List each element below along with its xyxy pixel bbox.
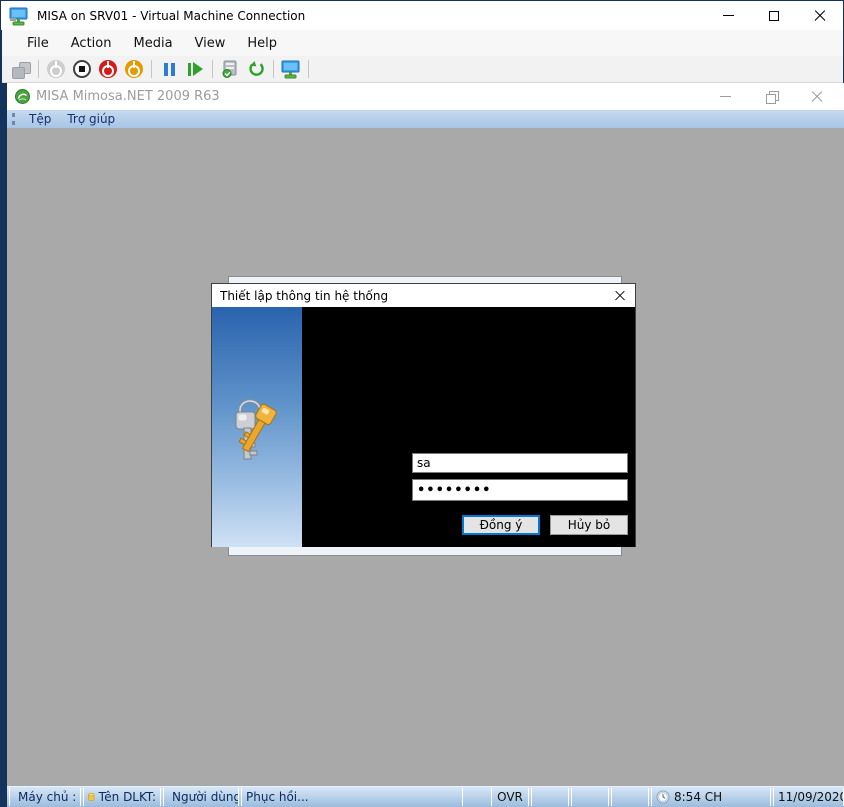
dialog-side-banner [212,307,302,547]
toolbar-separator [212,60,213,78]
statusbar-empty-panel [531,788,569,806]
system-setup-dialog: Thiết lập thông tin hệ thống [211,283,636,547]
checkpoint-icon [221,60,239,78]
turn-off-button[interactable] [69,57,95,81]
ok-button[interactable]: Đồng ý [462,515,540,535]
minimize-icon [723,15,734,16]
app-close-button[interactable] [804,87,830,107]
toolbar-separator [151,60,152,78]
ctrl-alt-del-button[interactable] [8,57,34,81]
username-input[interactable] [412,453,628,473]
user-label: Người dùng: [172,790,239,804]
minimize-icon [720,96,731,97]
cancel-button[interactable]: Hủy bỏ [550,515,628,535]
shut-down-icon [99,60,117,78]
statusbar-empty-panel [571,788,609,806]
server-label: Máy chủ : [18,790,76,804]
pause-icon [164,63,175,76]
dialog-title: Thiết lập thông tin hệ thống [220,289,388,303]
statusbar-spacer [463,788,489,806]
maximize-button[interactable] [751,2,797,30]
menu-file[interactable]: File [16,32,60,55]
statusbar-status-panel: Phục hồi... [241,788,463,806]
start-power-icon [47,60,65,78]
start-vm-button[interactable] [43,57,69,81]
revert-button[interactable] [243,57,269,81]
dialog-close-button[interactable] [605,285,635,307]
database-icon [88,790,95,804]
ovr-indicator: OVR [497,790,523,804]
vm-connection-window: MISA on SRV01 - Virtual Machine Connecti… [0,0,844,807]
vmconnect-toolbar [2,56,843,83]
app-minimize-button[interactable] [712,87,738,107]
close-icon [811,91,823,103]
misa-app-titlebar[interactable]: MISA Mimosa.NET 2009 R63 [7,83,844,110]
minimize-button[interactable] [705,2,751,30]
hyperv-vm-icon [9,6,29,26]
menu-tep[interactable]: Tệp [21,111,59,127]
ctrl-alt-del-icon [12,62,30,77]
app-client-area: Thiết lập thông tin hệ thống [7,128,844,786]
statusbar-empty-panel [611,788,649,806]
menu-view[interactable]: View [184,32,237,55]
reset-button[interactable] [182,57,208,81]
statusbar-user-panel: Người dùng: [163,788,239,806]
dialog-body: Đồng ý Hủy bỏ [212,307,635,547]
app-window-title: MISA Mimosa.NET 2009 R63 [36,89,220,104]
pause-button[interactable] [156,57,182,81]
close-icon [814,10,826,22]
statusbar-db-panel: Tên DLKT: [83,788,161,806]
restore-icon [766,91,777,102]
shut-down-button[interactable] [95,57,121,81]
dialog-form-area: Đồng ý Hủy bỏ [302,307,635,547]
clock-icon [656,790,670,804]
db-label: Tên DLKT: [99,790,156,804]
save-state-icon [125,60,143,78]
vm-guest-screen: MISA Mimosa.NET 2009 R63 Tệp Trợ giúp Th… [7,83,844,807]
keys-icon [232,397,282,473]
misa-logo-icon [15,89,30,104]
turn-off-icon [73,60,91,78]
menu-help[interactable]: Help [236,32,288,55]
close-button[interactable] [797,2,843,30]
checkpoint-button[interactable] [217,57,243,81]
statusbar-time-panel: 8:54 CH [651,788,771,806]
menu-tro-giup[interactable]: Trợ giúp [59,111,123,127]
menu-action[interactable]: Action [60,32,123,55]
revert-icon [247,60,265,78]
statusbar-ovr-panel: OVR [491,788,529,806]
statusbar-server-panel: Máy chủ : [9,788,81,806]
statusbar-date-panel: 11/09/2020 [773,788,844,806]
status-text: Phục hồi... [246,790,309,804]
app-restore-button[interactable] [758,87,784,107]
maximize-icon [769,11,779,21]
vmconnect-menubar: File Action Media View Help [2,30,843,56]
enhanced-session-button[interactable] [278,57,304,81]
close-icon [615,290,626,301]
save-state-button[interactable] [121,57,147,81]
menu-media[interactable]: Media [122,32,183,55]
vmconnect-titlebar[interactable]: MISA on SRV01 - Virtual Machine Connecti… [1,1,843,30]
toolbar-separator [308,60,309,78]
toolbar-grip-icon [12,113,15,125]
app-statusbar: Máy chủ : Tên DLKT: Người dùng: Phục hồi… [7,786,844,807]
reset-icon [188,62,203,76]
password-input[interactable] [412,479,628,501]
date-value: 11/09/2020 [778,790,844,804]
dialog-titlebar[interactable]: Thiết lập thông tin hệ thống [212,284,635,307]
toolbar-separator [273,60,274,78]
misa-app-menubar: Tệp Trợ giúp [7,110,844,128]
toolbar-separator [38,60,39,78]
window-title: MISA on SRV01 - Virtual Machine Connecti… [37,9,305,23]
enhanced-session-icon [281,60,301,79]
time-value: 8:54 CH [674,790,722,804]
